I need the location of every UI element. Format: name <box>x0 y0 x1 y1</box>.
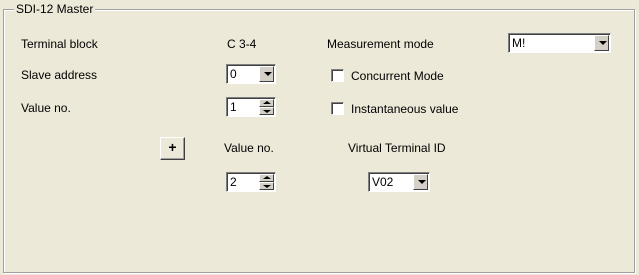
measurement-mode-dropdown-button[interactable] <box>594 35 609 51</box>
spin-down-icon <box>263 110 271 113</box>
virtual-terminal-id-dropdown-button[interactable] <box>413 174 428 190</box>
slave-address-dropdown-button[interactable] <box>259 66 274 82</box>
spin-down-icon <box>263 185 271 188</box>
mapping-value-no-spin-down-button[interactable] <box>259 182 274 190</box>
concurrent-mode-checkbox[interactable] <box>331 69 344 82</box>
instantaneous-value-checkbox-row[interactable]: Instantaneous value <box>331 101 491 117</box>
instantaneous-value-checkbox[interactable] <box>331 102 344 115</box>
measurement-mode-select[interactable]: M! <box>508 33 611 53</box>
virtual-terminal-id-select[interactable]: V02 <box>368 172 430 192</box>
instantaneous-value-label: Instantaneous value <box>351 102 459 116</box>
measurement-mode-value: M! <box>512 36 526 50</box>
add-mapping-button[interactable]: + <box>160 137 185 160</box>
terminal-block-label: Terminal block <box>21 37 98 51</box>
mapping-value-no-value: 2 <box>230 175 237 189</box>
plus-icon: + <box>168 139 177 155</box>
spin-up-icon <box>263 176 271 179</box>
slave-address-value: 0 <box>230 67 237 81</box>
concurrent-mode-label: Concurrent Mode <box>351 69 444 83</box>
virtual-terminal-id-header: Virtual Terminal ID <box>348 141 446 155</box>
chevron-down-icon <box>418 180 426 184</box>
virtual-terminal-id-value: V02 <box>372 175 394 189</box>
value-no-spinner[interactable]: 1 <box>226 97 276 117</box>
mapping-value-no-spin-up-button[interactable] <box>259 174 274 182</box>
value-no-label: Value no. <box>21 101 71 115</box>
chevron-down-icon <box>599 41 607 45</box>
value-no-spin-up-button[interactable] <box>259 99 274 107</box>
value-no-value: 1 <box>230 100 237 114</box>
concurrent-mode-checkbox-row[interactable]: Concurrent Mode <box>331 68 471 84</box>
value-no-spin-down-button[interactable] <box>259 107 274 115</box>
mapping-value-no-spinner[interactable]: 2 <box>226 172 276 192</box>
slave-address-select[interactable]: 0 <box>226 64 276 84</box>
mapping-value-no-header: Value no. <box>224 141 274 155</box>
terminal-block-value: C 3-4 <box>227 37 257 51</box>
slave-address-label: Slave address <box>21 68 98 82</box>
group-title: SDI-12 Master <box>14 2 96 16</box>
measurement-mode-label: Measurement mode <box>327 37 434 51</box>
spin-up-icon <box>263 101 271 104</box>
chevron-down-icon <box>264 72 272 76</box>
